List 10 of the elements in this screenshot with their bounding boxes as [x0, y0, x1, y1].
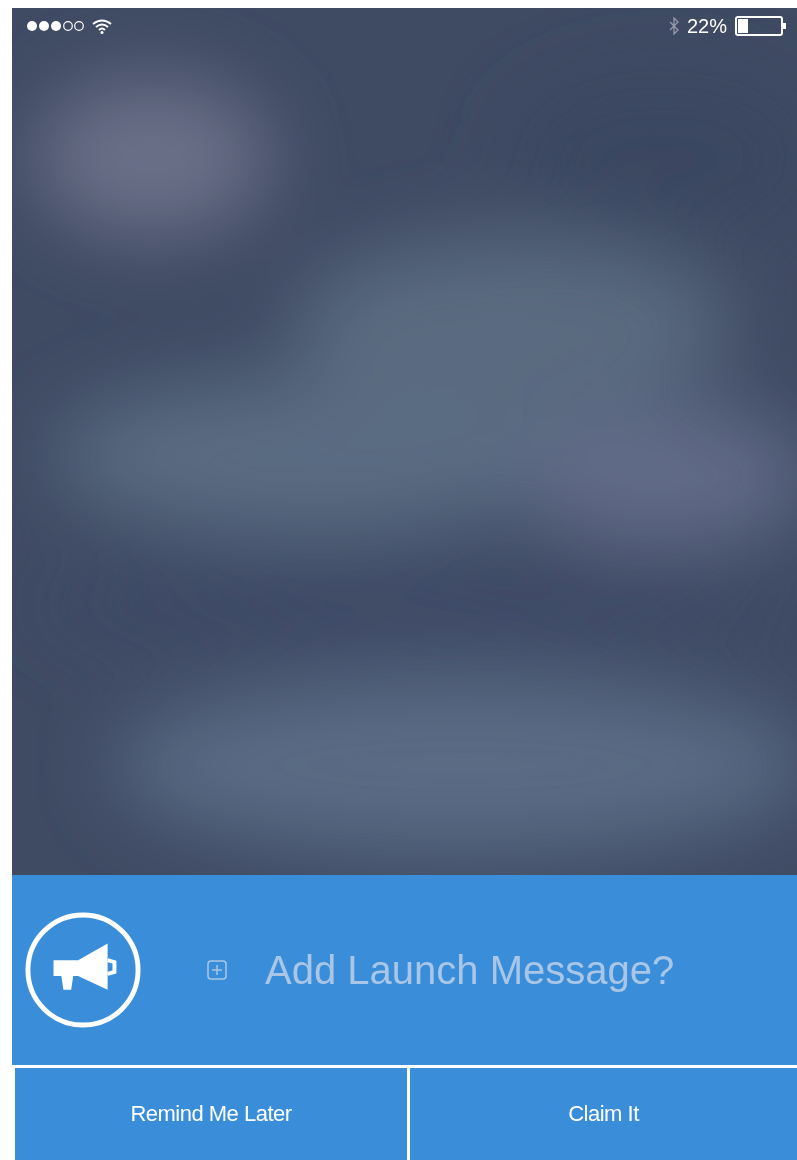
action-button[interactable]: Remind Me Later [15, 1068, 410, 1160]
bluetooth-icon [668, 17, 679, 35]
add-icon[interactable] [207, 960, 227, 980]
wifi-icon [92, 18, 112, 34]
battery-icon [735, 16, 787, 36]
signal-icon [26, 20, 84, 32]
megaphone-icon [24, 911, 142, 1029]
battery-percent: 22% [686, 14, 727, 38]
message-field[interactable]: Add Launch Message? [265, 947, 797, 993]
action-button[interactable]: Claim It [410, 1068, 797, 1160]
